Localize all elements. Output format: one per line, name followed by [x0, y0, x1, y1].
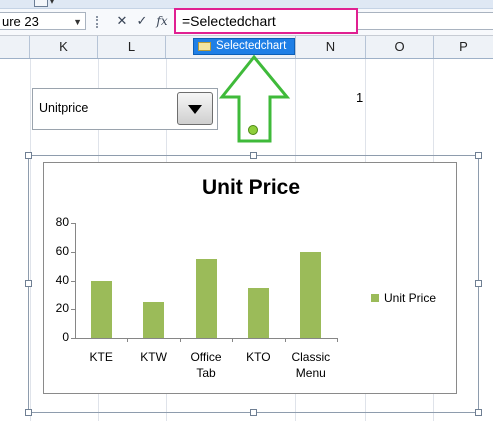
resize-handle[interactable]: [25, 409, 32, 416]
unit-price-chart[interactable]: Unit Price Unit Price 0 20 40 60 80 KTE KTW Off…: [43, 162, 457, 394]
resize-handle[interactable]: [475, 152, 482, 159]
resize-handle[interactable]: [25, 152, 32, 159]
x-tick-label-line: Classic: [291, 350, 331, 364]
x-tick-label: KTW: [129, 349, 179, 365]
x-tick-label: KTE: [76, 349, 126, 365]
y-tick-label: 40: [55, 272, 69, 287]
x-tick-label: Classic Menu: [286, 349, 336, 381]
resize-handle[interactable]: [475, 280, 482, 287]
resize-handle[interactable]: [25, 280, 32, 287]
y-tick-label: 0: [62, 330, 69, 344]
resize-handle[interactable]: [475, 409, 482, 416]
x-tick-label: Office Tab: [181, 349, 231, 381]
x-tick-label-line: Menu: [295, 366, 326, 380]
bar-classic-menu[interactable]: [300, 251, 322, 338]
resize-handle[interactable]: [250, 152, 257, 159]
x-tick-label-line: KTE: [89, 350, 113, 364]
y-tick-label: 20: [55, 301, 69, 316]
x-tick-label: KTO: [233, 349, 283, 365]
bar-ktw[interactable]: [143, 302, 165, 338]
resize-handle[interactable]: [250, 409, 257, 416]
rotate-handle-icon[interactable]: [248, 125, 258, 135]
x-tick-label-line: Tab: [196, 366, 216, 380]
bar-kte[interactable]: [90, 280, 112, 338]
bar-office-tab[interactable]: [195, 258, 217, 338]
bar-kto[interactable]: [247, 287, 269, 338]
x-tick-label-line: KTW: [140, 350, 167, 364]
y-tick-label: 80: [55, 215, 69, 229]
x-tick-label-line: KTO: [246, 350, 271, 364]
x-tick-label-line: Office: [190, 350, 222, 364]
y-tick-label: 60: [55, 243, 69, 258]
